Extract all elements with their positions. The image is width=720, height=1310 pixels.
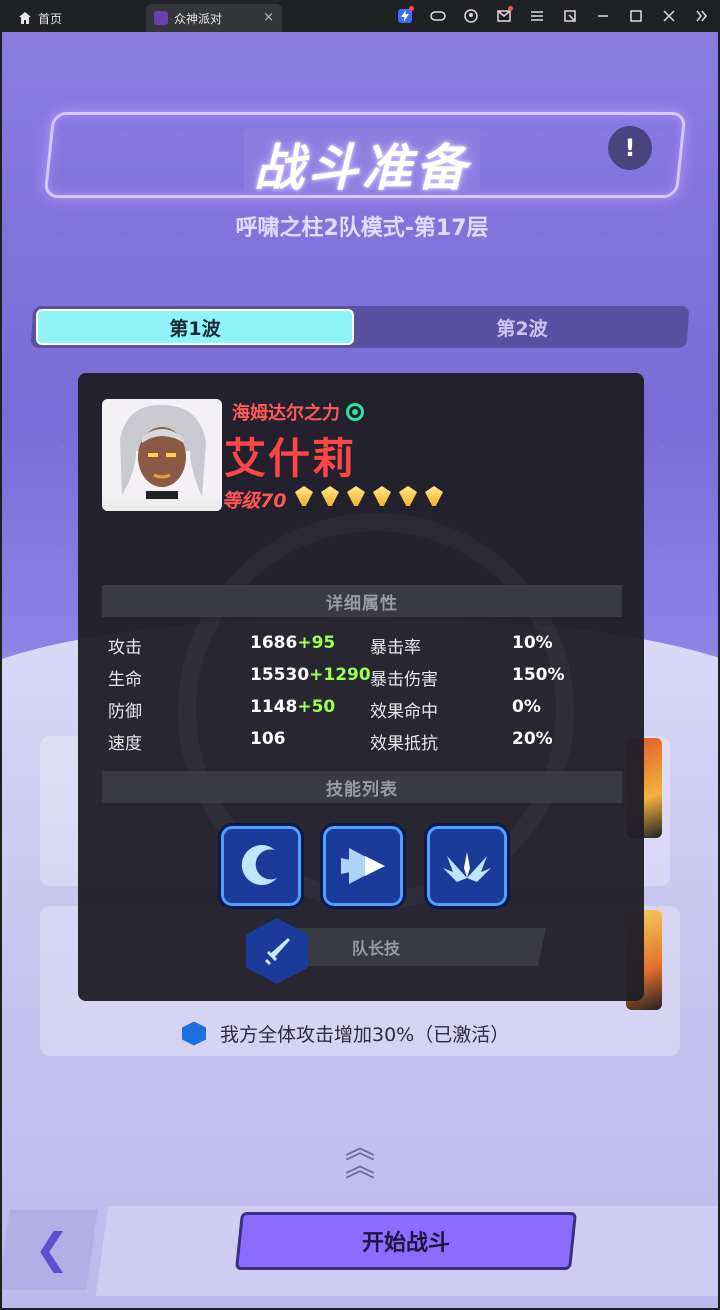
stat-label: 攻击 (108, 638, 142, 658)
star-icon (347, 486, 365, 506)
stat-label: 生命 (108, 670, 142, 690)
stat-value: 10% (512, 633, 553, 653)
menu-icon[interactable] (527, 6, 547, 26)
tab-game[interactable]: 众神派对 × (146, 4, 282, 32)
start-battle-label: 开始战斗 (361, 1231, 450, 1256)
star-icon (295, 486, 313, 506)
stat-label: 暴击伤害 (370, 670, 438, 690)
skill-slash-icon[interactable] (218, 823, 304, 909)
tab-wave-2[interactable]: 第2波 (362, 309, 682, 345)
close-icon[interactable] (659, 6, 679, 26)
leader-bonus: 我方全体攻击增加30%（已激活） (182, 1020, 509, 1047)
stat-value: 20% (512, 729, 553, 749)
more-icon[interactable] (692, 6, 712, 26)
info-button[interactable]: ! (608, 126, 652, 170)
tab-game-label: 众神派对 (174, 11, 223, 26)
game-viewport: 战斗准备 ! 呼啸之柱2队模式-第17层 第1波 第2波 我方全体攻击增加30%… (2, 32, 718, 1308)
popout-icon[interactable] (560, 6, 580, 26)
home-icon (19, 12, 31, 24)
maximize-icon[interactable] (626, 6, 646, 26)
tab-close-icon[interactable]: × (263, 10, 274, 25)
hero-faction-label: 海姆达尔之力 (232, 403, 340, 424)
gamepad-icon[interactable] (428, 6, 448, 26)
hero-faction: 海姆达尔之力 (232, 399, 364, 425)
stat-value: 1148+50 (250, 697, 336, 717)
star-icon (399, 486, 417, 506)
stat-label: 暴击率 (370, 638, 421, 658)
wind-element-icon (346, 403, 364, 421)
minimize-icon[interactable] (593, 6, 613, 26)
stat-value: 150% (512, 665, 565, 685)
detail-attributes-header: 详细属性 (102, 585, 622, 617)
expand-up-icon[interactable]: ︽ ︽ (342, 1134, 378, 1182)
browser-titlebar: 首页 众神派对 × (0, 0, 720, 32)
stat-value: 0% (512, 697, 541, 717)
hero-stars (295, 486, 443, 506)
star-icon (373, 486, 391, 506)
leader-skill-label: 队长技 (351, 939, 400, 958)
stat-label: 防御 (108, 702, 142, 722)
hero-portrait (102, 399, 222, 511)
star-icon (321, 486, 339, 506)
start-battle-button[interactable]: 开始战斗 (234, 1212, 578, 1270)
lightning-icon[interactable] (395, 6, 415, 26)
tab-home[interactable]: 首页 (10, 4, 140, 32)
back-chevron-icon: ❮ (34, 1224, 70, 1273)
stat-value: 1686+95 (250, 633, 336, 653)
star-icon (425, 486, 443, 506)
tab-wave-1[interactable]: 第1波 (36, 309, 354, 345)
skill-wings-icon[interactable] (424, 823, 510, 909)
stat-label: 效果命中 (370, 702, 438, 722)
leader-sword-icon (182, 1021, 206, 1046)
back-button[interactable]: ❮ (2, 1210, 98, 1290)
stat-value: 106 (250, 729, 286, 749)
mail-icon[interactable] (494, 6, 514, 26)
skill-burst-icon[interactable] (320, 823, 406, 909)
hero-detail-panel: 海姆达尔之力 艾什莉 等级70 详细属性 攻击 1686+95 生命 15530… (78, 373, 644, 1001)
leader-bonus-text: 我方全体攻击增加30%（已激活） (220, 1024, 510, 1046)
user-icon[interactable] (461, 6, 481, 26)
stage-subtitle: 呼啸之柱2队模式-第17层 (235, 216, 489, 241)
tab-home-label: 首页 (38, 11, 63, 26)
hero-name: 艾什莉 (224, 434, 357, 483)
stat-value: 15530+1290 (250, 665, 371, 685)
game-logo-icon (154, 11, 168, 25)
hero-level: 等级70 (222, 490, 287, 512)
stat-label: 效果抵抗 (370, 734, 438, 754)
skill-list-header: 技能列表 (102, 771, 622, 803)
stat-label: 速度 (108, 734, 142, 754)
